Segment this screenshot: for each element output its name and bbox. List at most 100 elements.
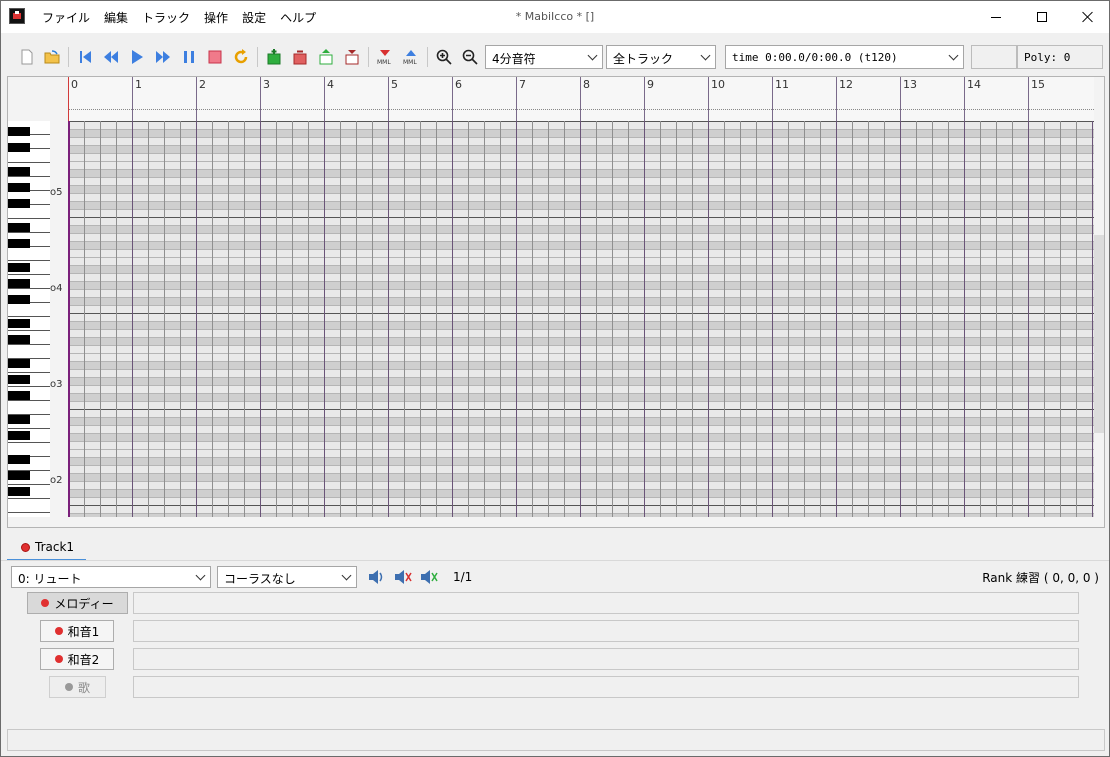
app-icon	[9, 8, 25, 24]
black-key[interactable]	[8, 199, 30, 208]
track-filter-select[interactable]: 全トラック	[606, 45, 716, 69]
black-key[interactable]	[8, 167, 30, 176]
chevron-down-icon	[195, 570, 206, 581]
pause-button[interactable]	[178, 46, 200, 68]
note-length-value: 4分音符	[492, 52, 536, 66]
menu-help[interactable]: ヘルプ	[273, 9, 323, 26]
speaker-mute-icon[interactable]	[393, 568, 413, 586]
part-chord2-button[interactable]: 和音2	[40, 648, 114, 670]
remove-track-button[interactable]	[289, 46, 311, 68]
fast-forward-button[interactable]	[152, 46, 174, 68]
black-key[interactable]	[8, 487, 30, 496]
black-key[interactable]	[8, 319, 30, 328]
black-key[interactable]	[8, 415, 30, 424]
measure-number: 7	[519, 78, 526, 91]
zoom-in-button[interactable]	[433, 46, 455, 68]
add-track-icon	[267, 49, 281, 65]
measure-marker: 1	[132, 77, 142, 121]
black-key[interactable]	[8, 471, 30, 480]
black-key[interactable]	[8, 279, 30, 288]
piano-keyboard[interactable]: o5 o4 o3 o2	[8, 121, 68, 517]
part-melody-lane[interactable]	[133, 592, 1079, 614]
loop-button[interactable]	[230, 46, 252, 68]
part-melody-button[interactable]: メロディー	[27, 592, 128, 614]
part-color-dot	[41, 599, 50, 607]
toolbar: MML MML 4分音符 全トラック time 0:00.0/0:00.0 (t…	[1, 41, 1109, 73]
black-key[interactable]	[8, 239, 30, 248]
part-chord1-lane[interactable]	[133, 620, 1079, 642]
play-button[interactable]	[126, 46, 148, 68]
octave-label-o3: o3	[50, 379, 63, 390]
chevron-down-icon	[948, 50, 959, 61]
menu-track[interactable]: トラック	[135, 9, 197, 26]
skip-to-start-button[interactable]	[74, 46, 96, 68]
black-key[interactable]	[8, 455, 30, 464]
mml-export-button[interactable]: MML	[400, 46, 422, 68]
poly-counter: Poly: 0	[1017, 45, 1103, 69]
pause-icon	[184, 51, 194, 63]
part-chord1-button[interactable]: 和音1	[40, 620, 114, 642]
chorus-select[interactable]: コーラスなし	[217, 566, 357, 588]
menu-file[interactable]: ファイル	[35, 9, 97, 26]
skip-to-start-icon	[80, 51, 91, 63]
maximize-button[interactable]	[1019, 1, 1065, 33]
new-file-button[interactable]	[16, 46, 38, 68]
speaker-solo-icon[interactable]	[419, 568, 439, 586]
note-grid[interactable]	[68, 121, 1094, 517]
measure-marker: 10	[708, 77, 725, 121]
roll-scrollbar[interactable]	[1094, 235, 1104, 433]
add-track-button[interactable]	[263, 46, 285, 68]
stop-button[interactable]	[204, 46, 226, 68]
measure-marker: 3	[260, 77, 270, 121]
black-key[interactable]	[8, 359, 30, 368]
track-down-button[interactable]	[341, 46, 363, 68]
mml-import-button[interactable]: MML	[374, 46, 396, 68]
menu-operation[interactable]: 操作	[197, 9, 235, 26]
measure-marker: 2	[196, 77, 206, 121]
close-icon	[1082, 11, 1094, 23]
measure-marker: 12	[836, 77, 853, 121]
track-up-button[interactable]	[315, 46, 337, 68]
black-key[interactable]	[8, 127, 30, 136]
zoom-out-icon	[462, 49, 478, 65]
time-select[interactable]: time 0:00.0/0:00.0 (t120)	[725, 45, 964, 69]
measure-ruler[interactable]: 0 1 2 3 4 5 6 7 8 9 10 11 12 13 14 15	[68, 77, 1094, 121]
black-key[interactable]	[8, 223, 30, 232]
open-folder-icon	[44, 50, 60, 64]
measure-number: 3	[263, 78, 270, 91]
mml-export-icon: MML	[403, 50, 417, 66]
part-label: メロディー	[54, 596, 114, 611]
chevron-down-icon	[700, 50, 711, 61]
mml-import-icon: MML	[377, 50, 391, 66]
measure-marker: 13	[900, 77, 917, 121]
black-key[interactable]	[8, 335, 30, 344]
part-song-button: 歌	[49, 676, 106, 698]
black-key[interactable]	[8, 391, 30, 400]
part-chord2-lane[interactable]	[133, 648, 1079, 670]
open-file-button[interactable]	[41, 46, 63, 68]
part-label: 歌	[77, 680, 90, 695]
note-length-select[interactable]: 4分音符	[485, 45, 603, 69]
part-song-lane	[133, 676, 1079, 698]
rank-label: Rank 練習 ( 0, 0, 0 )	[982, 571, 1099, 585]
black-key[interactable]	[8, 295, 30, 304]
black-key[interactable]	[8, 263, 30, 272]
black-key[interactable]	[8, 183, 30, 192]
black-key[interactable]	[8, 431, 30, 440]
black-key[interactable]	[8, 143, 30, 152]
measure-number: 11	[775, 78, 789, 91]
zoom-out-button[interactable]	[459, 46, 481, 68]
menu-edit[interactable]: 編集	[97, 9, 135, 26]
measure-marker: 7	[516, 77, 526, 121]
close-button[interactable]	[1065, 1, 1109, 33]
part-color-dot	[54, 655, 63, 663]
piano-roll[interactable]: 0 1 2 3 4 5 6 7 8 9 10 11 12 13 14 15 o5 o4 o3 o2	[7, 76, 1105, 528]
tab-track1[interactable]: Track1	[7, 533, 87, 561]
rewind-button[interactable]	[100, 46, 122, 68]
minimize-button[interactable]	[973, 1, 1019, 33]
black-key[interactable]	[8, 375, 30, 384]
speaker-icon[interactable]	[367, 568, 387, 586]
instrument-select[interactable]: 0: リュート	[11, 566, 211, 588]
track-down-icon	[345, 50, 359, 65]
menu-settings[interactable]: 設定	[235, 9, 273, 26]
